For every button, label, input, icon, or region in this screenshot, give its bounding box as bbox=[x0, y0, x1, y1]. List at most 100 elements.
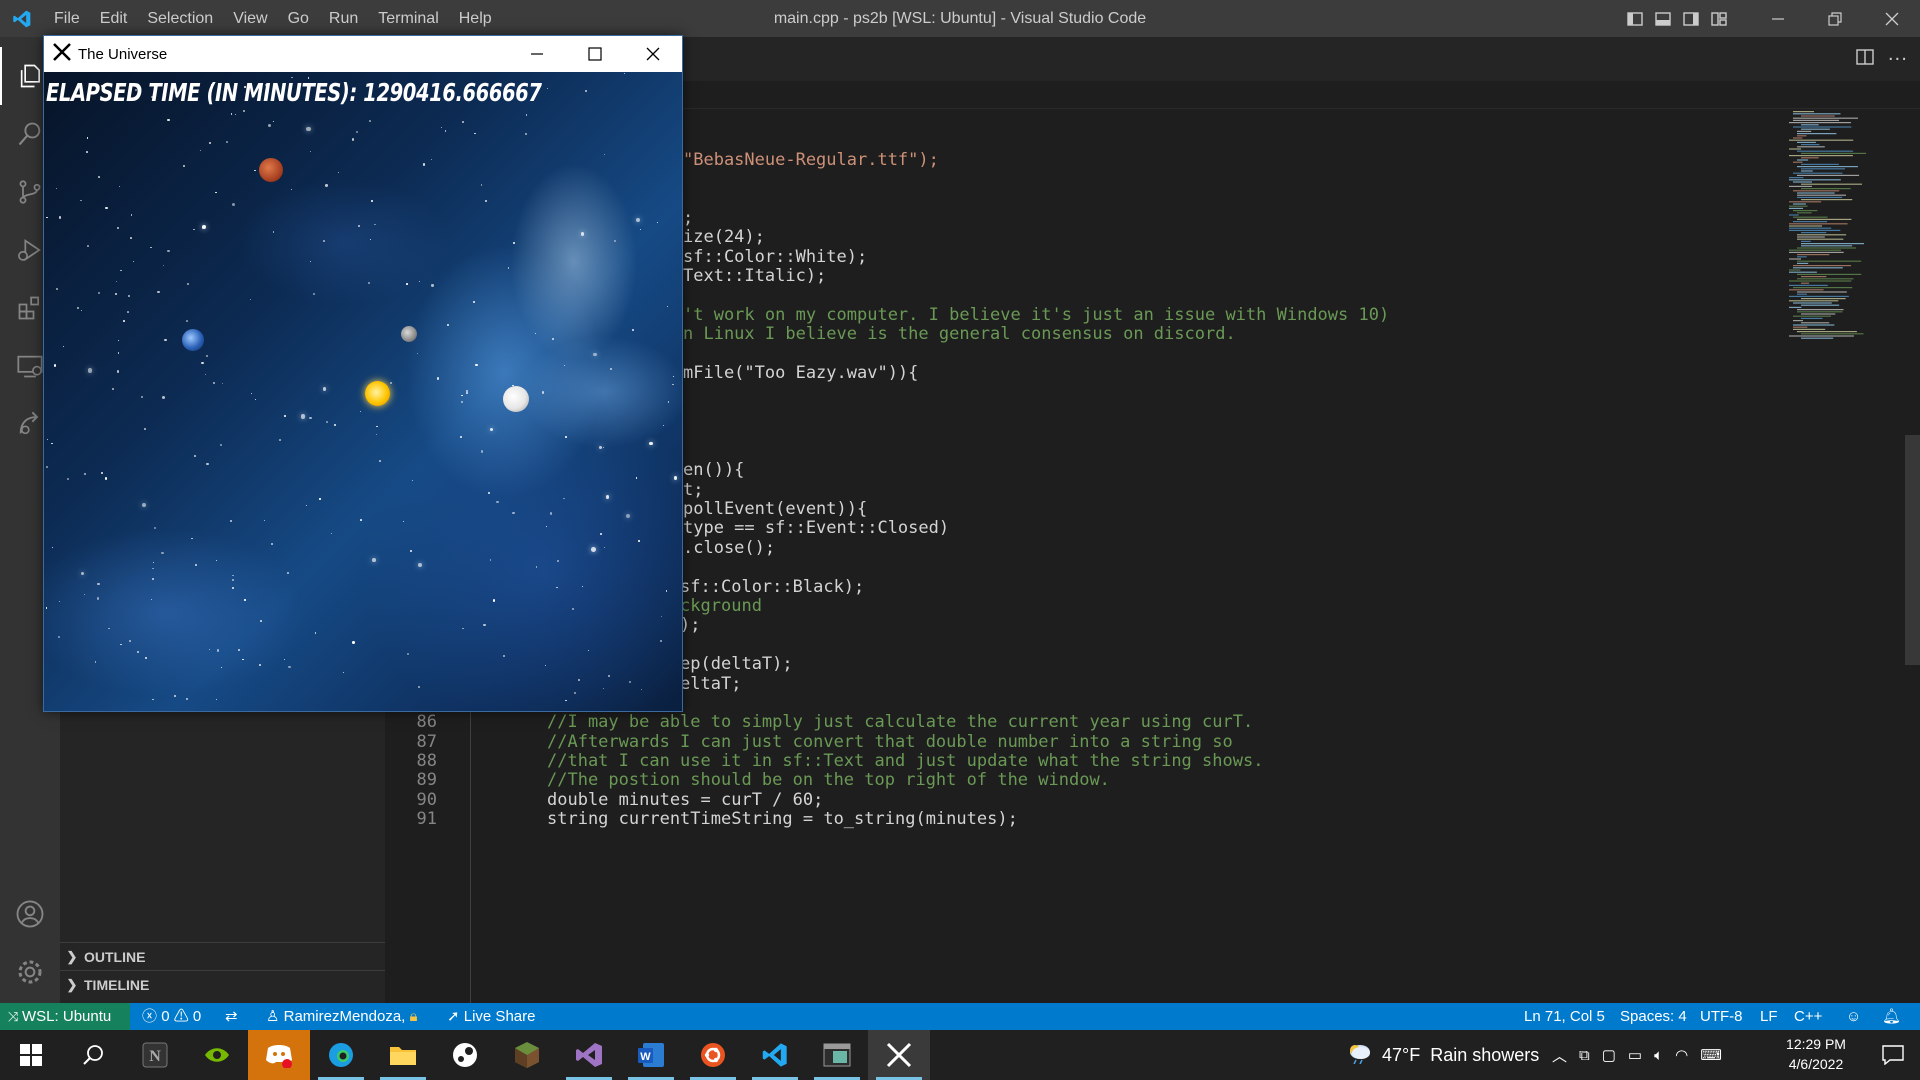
screen-capture-icon[interactable]: ⧉ bbox=[1579, 1047, 1590, 1064]
vscode-taskbar-icon[interactable] bbox=[744, 1030, 806, 1080]
universe-title-bar[interactable]: The Universe bbox=[44, 36, 682, 72]
menu-edit[interactable]: Edit bbox=[90, 0, 138, 37]
timeline-section-header[interactable]: ❯ TIMELINE bbox=[60, 970, 385, 998]
code-line[interactable]: 91 string currentTimeString = to_string(m… bbox=[385, 807, 1785, 831]
indentation[interactable]: Spaces: 4 bbox=[1620, 1003, 1687, 1030]
x-app-icon bbox=[52, 42, 72, 66]
menu-go[interactable]: Go bbox=[278, 0, 319, 37]
menu-selection[interactable]: Selection bbox=[137, 0, 223, 37]
menu-file[interactable]: File bbox=[44, 0, 90, 37]
scrollbar-thumb[interactable] bbox=[1905, 435, 1920, 665]
star bbox=[649, 441, 654, 446]
minimap[interactable] bbox=[1785, 109, 1905, 1003]
maximize-icon[interactable] bbox=[566, 36, 624, 72]
taskbar: N W 47°F Rain showers ︿ ⧉ ▢ ▭ 🔈︎ ◠ ⌨ 12:… bbox=[0, 1030, 1920, 1080]
minimap-line bbox=[1797, 141, 1816, 143]
keyboard-icon[interactable]: ⌨ bbox=[1700, 1046, 1722, 1064]
notifications-bell-icon[interactable]: 🔔︎ bbox=[1882, 1003, 1901, 1030]
notification-center-icon[interactable] bbox=[1866, 1030, 1920, 1080]
discord-app-icon[interactable] bbox=[248, 1030, 310, 1080]
star bbox=[117, 339, 120, 341]
chevron-right-icon: ❯ bbox=[66, 976, 78, 992]
remote-label: WSL: Ubuntu bbox=[22, 1008, 112, 1025]
volume-icon[interactable]: 🔈︎ bbox=[1654, 1047, 1663, 1064]
feedback-icon[interactable]: ☺ bbox=[1846, 1003, 1861, 1030]
elapsed-time-text: ELAPSED TIME (IN MINUTES): 1290416.66666… bbox=[46, 78, 542, 107]
star bbox=[460, 436, 463, 439]
star bbox=[244, 599, 246, 601]
notion-app-icon[interactable]: N bbox=[124, 1030, 186, 1080]
chevron-right-icon: ❯ bbox=[66, 948, 78, 964]
star bbox=[115, 280, 118, 283]
wifi-icon[interactable]: ◠ bbox=[1675, 1046, 1688, 1064]
menu-run[interactable]: Run bbox=[319, 0, 368, 37]
weather-widget[interactable]: 47°F Rain showers bbox=[1346, 1030, 1539, 1080]
star bbox=[461, 401, 463, 403]
space-canvas[interactable]: ELAPSED TIME (IN MINUTES): 1290416.66666… bbox=[44, 72, 682, 711]
taskbar-search-icon[interactable] bbox=[62, 1030, 124, 1080]
windows-start-icon[interactable] bbox=[0, 1030, 62, 1080]
minecraft-app-icon[interactable] bbox=[496, 1030, 558, 1080]
restore-icon[interactable] bbox=[1806, 0, 1863, 37]
battery-icon[interactable]: ▭ bbox=[1628, 1046, 1642, 1064]
encoding[interactable]: UTF-8 bbox=[1700, 1003, 1743, 1030]
language-mode[interactable]: C++ bbox=[1794, 1003, 1822, 1030]
star bbox=[551, 338, 554, 341]
star bbox=[221, 382, 223, 384]
minimap-line bbox=[1789, 306, 1802, 308]
menu-help[interactable]: Help bbox=[449, 0, 502, 37]
x-window-app-icon[interactable] bbox=[868, 1030, 930, 1080]
clock[interactable]: 12:29 PM 4/6/2022 bbox=[1766, 1034, 1866, 1074]
minimap-line bbox=[1793, 203, 1806, 205]
star bbox=[480, 450, 483, 453]
nvidia-app-icon[interactable] bbox=[186, 1030, 248, 1080]
star bbox=[219, 444, 222, 447]
split-editor-icon[interactable] bbox=[1856, 48, 1874, 70]
minimap-line bbox=[1793, 126, 1852, 128]
star bbox=[122, 320, 125, 323]
menu-terminal[interactable]: Terminal bbox=[368, 0, 448, 37]
star bbox=[194, 563, 197, 566]
meet-now-icon[interactable]: ▢ bbox=[1602, 1046, 1616, 1064]
cursor-position[interactable]: Ln 71, Col 5 bbox=[1524, 1003, 1605, 1030]
star bbox=[334, 423, 337, 427]
star bbox=[215, 559, 218, 561]
menu-view[interactable]: View bbox=[223, 0, 277, 37]
chevron-up-icon[interactable]: ︿ bbox=[1552, 1045, 1567, 1066]
terminal-app-icon[interactable] bbox=[806, 1030, 868, 1080]
live-share-status[interactable]: ➚ Live Share bbox=[447, 1003, 535, 1030]
edge-browser-icon[interactable] bbox=[310, 1030, 372, 1080]
minimap-line bbox=[1793, 216, 1828, 218]
account-status[interactable]: ♙ RamirezMendoza, 🔒︎ bbox=[266, 1003, 418, 1030]
minimap-line bbox=[1789, 229, 1841, 231]
minimap-line bbox=[1801, 276, 1827, 278]
menu-bar: File Edit Selection View Go Run Terminal… bbox=[44, 0, 502, 37]
end-of-line[interactable]: LF bbox=[1760, 1003, 1778, 1030]
steam-app-icon[interactable] bbox=[434, 1030, 496, 1080]
ubuntu-app-icon[interactable] bbox=[682, 1030, 744, 1080]
outline-section-header[interactable]: ❯ OUTLINE bbox=[60, 942, 385, 970]
customize-layout-icon[interactable] bbox=[1705, 0, 1733, 37]
sync-icon[interactable]: ⇄ bbox=[225, 1003, 238, 1030]
remote-indicator[interactable]: ⤨ WSL: Ubuntu bbox=[0, 1003, 130, 1030]
problems-indicator[interactable]: ⓧ 0 ⚠ 0 bbox=[142, 1003, 201, 1030]
manage-gear-icon[interactable] bbox=[0, 943, 60, 1001]
toggle-secondary-sidebar-icon[interactable] bbox=[1677, 0, 1705, 37]
minimap-line bbox=[1797, 311, 1843, 313]
star bbox=[260, 620, 263, 623]
star bbox=[152, 578, 155, 581]
accounts-icon[interactable] bbox=[0, 885, 60, 943]
star bbox=[338, 171, 340, 173]
more-actions-icon[interactable]: ··· bbox=[1888, 49, 1908, 70]
close-icon[interactable] bbox=[1863, 0, 1920, 37]
word-app-icon[interactable]: W bbox=[620, 1030, 682, 1080]
star bbox=[46, 466, 49, 468]
toggle-panel-icon[interactable] bbox=[1649, 0, 1677, 37]
minimize-icon[interactable] bbox=[1749, 0, 1806, 37]
live-share-arrow-icon: ➚ bbox=[447, 1008, 464, 1025]
minimize-icon[interactable] bbox=[508, 36, 566, 72]
file-explorer-icon[interactable] bbox=[372, 1030, 434, 1080]
visual-studio-icon[interactable] bbox=[558, 1030, 620, 1080]
close-icon[interactable] bbox=[624, 36, 682, 72]
toggle-primary-sidebar-icon[interactable] bbox=[1621, 0, 1649, 37]
